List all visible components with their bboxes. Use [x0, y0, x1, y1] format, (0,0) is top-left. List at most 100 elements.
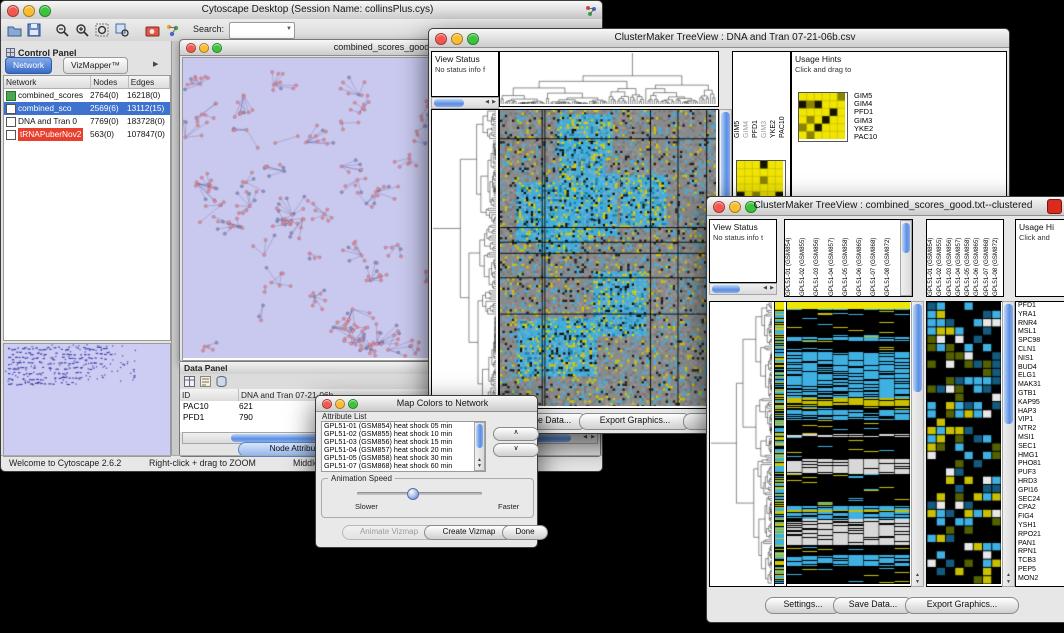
column-label[interactable]: GPL51-02 (GSM855) [936, 220, 945, 296]
gene-label[interactable]: HAP3 [1016, 408, 1064, 417]
gene-label[interactable]: TCB3 [1016, 557, 1064, 566]
animate-vizmap-button[interactable]: Animate Vizmap [342, 525, 436, 540]
gene-label[interactable]: ELG1 [1016, 372, 1064, 381]
column-label[interactable]: GPL51-06 (GSM865) [973, 220, 982, 296]
main-heatmap-panel[interactable] [786, 301, 913, 587]
gene-label[interactable]: PAN1 [1016, 540, 1064, 549]
gene-label[interactable]: CPA2 [1016, 504, 1064, 513]
close-button[interactable] [186, 43, 196, 53]
layout-icon[interactable] [163, 21, 181, 39]
column-label[interactable]: GPL51-03 (GSM856) [946, 220, 955, 296]
main-titlebar[interactable]: Cytoscape Desktop (Session Name: collins… [1, 1, 602, 20]
column-label[interactable]: GPL51-03 (GSM856) [813, 220, 827, 296]
close-button[interactable] [713, 201, 725, 213]
close-button[interactable] [7, 5, 19, 17]
gene-label[interactable]: RNR4 [1016, 320, 1064, 329]
combo-arrow-icon[interactable]: ▼ [286, 26, 292, 32]
column-label[interactable]: GPL51-01 (GSM854) [785, 220, 799, 296]
done-button[interactable]: Done [502, 525, 548, 540]
column-label[interactable]: PAC10 [779, 52, 788, 138]
column-label[interactable]: GIM3 [761, 52, 770, 138]
gene-label[interactable]: PHO81 [1016, 460, 1064, 469]
gene-label[interactable]: VIP1 [1016, 416, 1064, 425]
gene-label[interactable]: RPO21 [1016, 531, 1064, 540]
gene-label[interactable]: YSH1 [1016, 522, 1064, 531]
column-label[interactable]: GPL51-05 (GSM858) [842, 220, 856, 296]
gene-label[interactable]: RPN1 [1016, 548, 1064, 557]
network-row-alert[interactable]: tRNAPuberNov2 563(0) 107847(0) [4, 128, 170, 141]
network-row[interactable]: combined_scores 2764(0) 16218(0) [4, 89, 170, 102]
animation-speed-slider-track[interactable] [357, 492, 482, 495]
column-label[interactable]: GPL51-07 (GSM868) [870, 220, 884, 296]
dialog-titlebar[interactable]: Map Colors to Network [316, 396, 537, 412]
gene-label[interactable]: CLN1 [1016, 346, 1064, 355]
open-session-icon[interactable] [5, 21, 23, 39]
column-label[interactable]: GPL51-01 (GSM854) [927, 220, 936, 296]
header-network[interactable]: Network [4, 76, 91, 88]
header-nodes[interactable]: Nodes [91, 76, 128, 88]
row-dendrogram-panel[interactable] [431, 109, 499, 409]
tab-vizmapper[interactable]: VizMapper™ [63, 57, 128, 74]
view-status-hscrollbar[interactable]: ◀▶ [709, 283, 777, 295]
minimize-button[interactable] [451, 33, 463, 45]
scrollbar-thumb[interactable] [1004, 304, 1013, 424]
gene-label[interactable]: MAK31 [1016, 381, 1064, 390]
export-graphics-button[interactable]: Export Graphics... [579, 413, 691, 430]
treeview2-titlebar[interactable]: ClusterMaker TreeView : combined_scores_… [707, 197, 1064, 216]
scrollbar-thumb[interactable] [902, 223, 910, 253]
column-label[interactable]: GIM5 [734, 52, 743, 138]
gene-label[interactable]: PUF3 [1016, 469, 1064, 478]
column-label[interactable]: GPL51-02 (GSM855) [799, 220, 813, 296]
gene-label[interactable]: SEC24 [1016, 496, 1064, 505]
summary-matrix-panel[interactable] [798, 92, 848, 142]
gene-label[interactable]: HRD3 [1016, 478, 1064, 487]
gene-label[interactable]: GPI16 [1016, 487, 1064, 496]
minimize-button[interactable] [23, 5, 35, 17]
gene-label[interactable]: SPC98 [1016, 337, 1064, 346]
close-button[interactable] [322, 399, 332, 409]
gene-label[interactable]: MON2 [1016, 575, 1064, 584]
gene-label[interactable]: YRA1 [1016, 311, 1064, 320]
move-up-button[interactable]: ∧ [493, 427, 539, 441]
summary-matrix-canvas[interactable] [799, 93, 845, 139]
snapshot-icon[interactable] [143, 21, 161, 39]
view-status-hscrollbar[interactable]: ◀▶ [431, 97, 499, 109]
zoom-button[interactable] [212, 43, 222, 53]
attribute-cylinder-icon[interactable] [215, 375, 228, 388]
minimize-button[interactable] [335, 399, 345, 409]
network-overview-canvas[interactable] [4, 344, 168, 454]
network-row-selected[interactable]: combined_sco 2569(6) 13112(15) [4, 102, 170, 115]
settings-button[interactable]: Settings... [765, 597, 841, 614]
gene-label[interactable]: NTR2 [1016, 425, 1064, 434]
column-label[interactable]: GPL51-08 (GSM872) [992, 220, 1001, 296]
gene-label[interactable]: MSI1 [1016, 434, 1064, 443]
gene-label[interactable]: GTB1 [1016, 390, 1064, 399]
attribute-list-vscrollbar[interactable]: ▲▼ [474, 422, 485, 471]
network-row[interactable]: DNA and Tran 0 7769(0) 183728(0) [4, 115, 170, 128]
scrollbar-thumb[interactable] [913, 304, 922, 392]
tab-overflow-arrow[interactable]: ▶ [153, 60, 158, 68]
gene-label[interactable]: KAP95 [1016, 399, 1064, 408]
gene-label[interactable]: PFD1 [1016, 302, 1064, 311]
zoom-region-icon[interactable] [113, 21, 131, 39]
zoom-out-icon[interactable] [53, 21, 71, 39]
gene-label[interactable]: PAC10 [852, 133, 877, 141]
column-label[interactable]: GPL51-04 (GSM857) [955, 220, 964, 296]
zoom-in-icon[interactable] [73, 21, 91, 39]
treeview1-titlebar[interactable]: ClusterMaker TreeView : DNA and Tran 07-… [429, 29, 1009, 48]
animation-speed-slider-thumb[interactable] [407, 488, 419, 500]
column-label[interactable]: GPL51-07 (GSM868) [983, 220, 992, 296]
gene-label[interactable]: BUD4 [1016, 364, 1064, 373]
header-edges[interactable]: Edges [129, 76, 170, 88]
move-down-button[interactable]: ∨ [493, 443, 539, 457]
export-graphics-button[interactable]: Export Graphics... [905, 597, 1019, 614]
global-heatmap-panel[interactable] [499, 109, 719, 409]
gene-label[interactable]: MSL1 [1016, 328, 1064, 337]
create-vizmap-button[interactable]: Create Vizmap [424, 525, 514, 540]
main-heatmap-vscrollbar[interactable]: ▲▼ [911, 301, 924, 587]
scrollbar-thumb[interactable] [476, 424, 483, 448]
attribute-select-icon[interactable] [199, 375, 212, 388]
main-heatmap-canvas[interactable] [787, 302, 910, 584]
column-label[interactable]: GPL51-06 (GSM865) [856, 220, 870, 296]
zoom-heatmap-vscrollbar[interactable]: ▲▼ [1002, 301, 1015, 587]
